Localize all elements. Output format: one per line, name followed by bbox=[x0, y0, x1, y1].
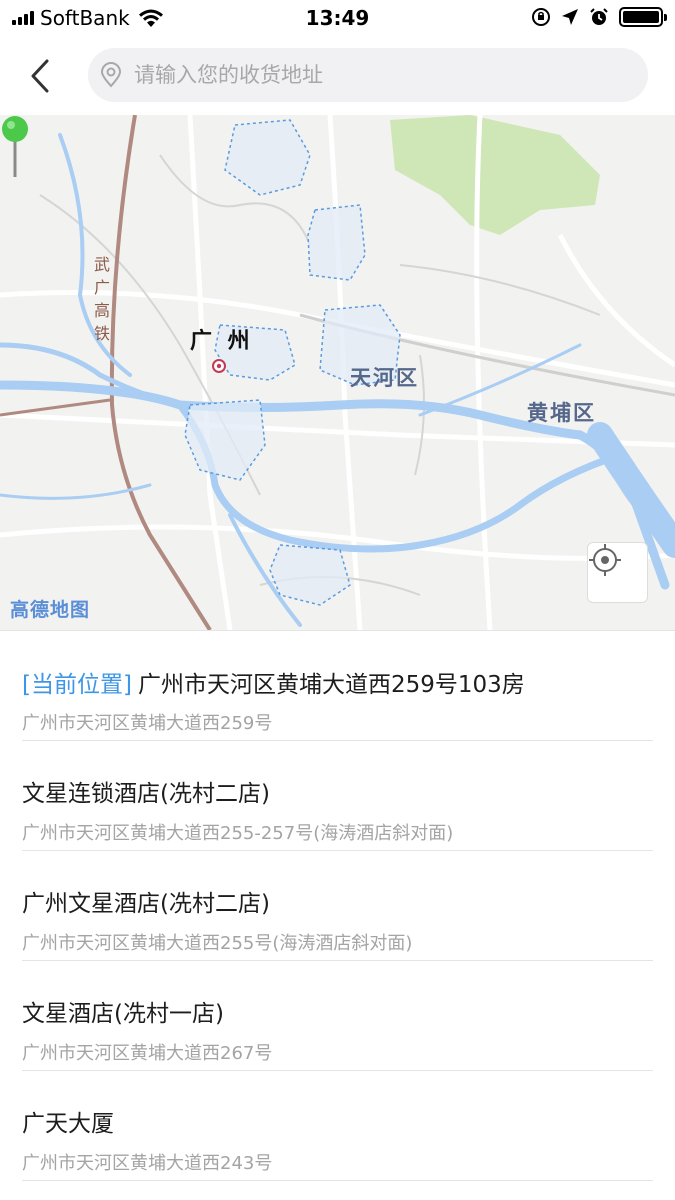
item-title: 广州文星酒店(冼村二店) bbox=[22, 891, 270, 917]
item-subtitle: 广州市天河区黄埔大道西267号 bbox=[22, 1043, 273, 1064]
item-subtitle: 广州市天河区黄埔大道西255号(海涛酒店斜对面) bbox=[22, 933, 413, 954]
battery-icon bbox=[619, 7, 667, 27]
city-marker-icon bbox=[212, 359, 226, 373]
list-item[interactable]: 广州文星酒店(冼村二店) 广州市天河区黄埔大道西255号(海涛酒店斜对面) bbox=[22, 851, 653, 961]
list-item[interactable]: 文星连锁酒店(冼村二店) 广州市天河区黄埔大道西255-257号(海涛酒店斜对面… bbox=[22, 741, 653, 851]
search-input[interactable] bbox=[134, 63, 614, 87]
back-chevron-icon bbox=[31, 59, 49, 93]
status-right bbox=[531, 7, 667, 27]
search-box[interactable] bbox=[88, 48, 648, 102]
railway-label: 武广高铁 bbox=[93, 255, 110, 343]
locate-button[interactable] bbox=[587, 542, 648, 603]
status-bar: SoftBank 13:49 bbox=[0, 0, 675, 38]
item-title: 文星连锁酒店(冼村二店) bbox=[22, 781, 270, 807]
district-label-tianhe: 天河区 bbox=[350, 366, 419, 390]
location-pin-icon bbox=[98, 61, 124, 89]
green-pin-icon bbox=[2, 116, 28, 177]
location-arrow-icon bbox=[562, 9, 578, 25]
address-list: [当前位置] 广州市天河区黄埔大道西259号103房 广州市天河区黄埔大道西259… bbox=[0, 630, 675, 1181]
current-location-tag: [当前位置] bbox=[22, 672, 132, 698]
district-label-huangpu: 黄埔区 bbox=[527, 401, 596, 425]
amap-logo: 高德地图 bbox=[10, 599, 91, 621]
item-title: 文星酒店(冼村一店) bbox=[22, 1001, 224, 1027]
orientation-lock-icon bbox=[532, 8, 550, 26]
map-view[interactable]: 武广高铁 广 州 天河区 黄埔区 高德地图 bbox=[0, 115, 675, 630]
list-item[interactable]: [当前位置] 广州市天河区黄埔大道西259号103房 广州市天河区黄埔大道西259… bbox=[22, 631, 653, 741]
item-subtitle: 广州市天河区黄埔大道西259号 bbox=[22, 713, 273, 734]
locate-target-icon bbox=[589, 544, 621, 576]
list-item[interactable]: 文星酒店(冼村一店) 广州市天河区黄埔大道西267号 bbox=[22, 961, 653, 1071]
item-title-text: 广州市天河区黄埔大道西259号103房 bbox=[137, 672, 525, 698]
item-subtitle: 广州市天河区黄埔大道西243号 bbox=[22, 1153, 273, 1174]
header bbox=[0, 38, 675, 115]
list-item[interactable]: 广天大厦 广州市天河区黄埔大道西243号 bbox=[22, 1071, 653, 1181]
item-subtitle: 广州市天河区黄埔大道西255-257号(海涛酒店斜对面) bbox=[22, 823, 454, 844]
map-canvas bbox=[0, 115, 675, 630]
back-button[interactable] bbox=[22, 54, 58, 98]
item-title: [当前位置] 广州市天河区黄埔大道西259号103房 bbox=[22, 665, 525, 699]
alarm-icon bbox=[590, 8, 608, 25]
city-label-guangzhou: 广 州 bbox=[190, 329, 254, 354]
item-title: 广天大厦 bbox=[22, 1111, 114, 1137]
